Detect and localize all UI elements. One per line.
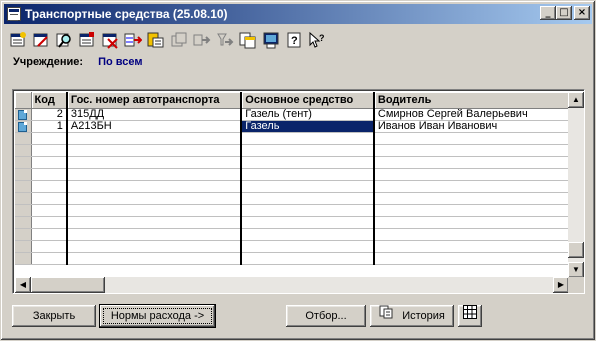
- empty-row: [15, 228, 569, 241]
- cell-driver[interactable]: Смирнов Сергей Валерьевич: [373, 108, 569, 121]
- context-help-icon[interactable]: ?: [308, 31, 326, 49]
- svg-text:?: ?: [319, 33, 325, 43]
- row-indicator-header: [15, 92, 32, 109]
- help-icon[interactable]: ?: [285, 31, 303, 49]
- table-grid-icon: [463, 305, 477, 327]
- filter-button[interactable]: Отбор...: [286, 305, 366, 327]
- row-indicator[interactable]: [15, 120, 32, 133]
- edit-record-icon[interactable]: [32, 31, 50, 49]
- empty-row: [15, 144, 569, 157]
- close-button-label: Закрыть: [32, 310, 76, 322]
- close-button[interactable]: Закрыть: [12, 305, 96, 327]
- scroll-right-button[interactable]: ▶: [553, 277, 569, 293]
- empty-row: [15, 132, 569, 145]
- toolbar: ? ?: [9, 30, 331, 50]
- empty-row: [15, 252, 569, 265]
- empty-row: [15, 156, 569, 169]
- copy-icon[interactable]: [239, 31, 257, 49]
- close-window-button[interactable]: ×: [574, 6, 590, 20]
- column-header-asset[interactable]: Основное средство: [241, 92, 375, 109]
- delete-record-icon[interactable]: [101, 31, 119, 49]
- empty-row: [15, 240, 569, 253]
- institution-value[interactable]: По всем: [98, 56, 142, 68]
- institution-label: Учреждение:: [13, 56, 84, 68]
- history-icon: [379, 305, 393, 327]
- record-icon: [18, 109, 28, 119]
- empty-row: [15, 192, 569, 205]
- vehicles-table: Код Гос. номер автотранспорта Основное с…: [15, 92, 569, 265]
- row-indicator[interactable]: [15, 108, 32, 121]
- cell-driver[interactable]: Иванов Иван Иванович: [373, 120, 569, 133]
- horizontal-scroll-thumb[interactable]: [31, 277, 105, 293]
- export-icon[interactable]: [193, 31, 211, 49]
- vertical-scroll-thumb[interactable]: [568, 242, 584, 258]
- institution-row: Учреждение: По всем: [13, 56, 142, 68]
- filter-button-label: Отбор...: [305, 310, 347, 322]
- minimize-button[interactable]: _: [540, 6, 556, 20]
- window-app-icon[interactable]: [7, 7, 21, 21]
- cell-code[interactable]: 2: [31, 108, 68, 121]
- empty-row: [15, 168, 569, 181]
- window-title: Транспортные средства (25.08.10): [25, 7, 228, 21]
- maximize-button[interactable]: □: [556, 6, 572, 20]
- vertical-scrollbar[interactable]: ▲ ▼: [568, 92, 584, 278]
- empty-row: [15, 180, 569, 193]
- find-icon[interactable]: [55, 31, 73, 49]
- norms-button[interactable]: Нормы расхода ->: [100, 305, 215, 327]
- cell-plate[interactable]: 315ДД: [66, 108, 243, 121]
- insert-row-icon[interactable]: [124, 31, 142, 49]
- focus-rectangle: [103, 308, 212, 324]
- title-bar[interactable]: Транспортные средства (25.08.10) _ □ ×: [4, 4, 592, 24]
- cell-plate[interactable]: А213БН: [66, 120, 243, 133]
- vehicles-grid: Код Гос. номер автотранспорта Основное с…: [12, 89, 585, 294]
- empty-row: [15, 216, 569, 229]
- column-header-driver[interactable]: Водитель: [373, 92, 569, 109]
- horizontal-scrollbar[interactable]: ◀ ▶: [15, 277, 569, 293]
- refresh-icon[interactable]: [170, 31, 188, 49]
- record-icon: [18, 121, 28, 131]
- filter-icon[interactable]: [216, 31, 234, 49]
- cell-code[interactable]: 1: [31, 120, 68, 133]
- svg-text:?: ?: [291, 35, 298, 47]
- table-row[interactable]: 1 А213БН Газель Иванов Иван Иванович: [15, 120, 569, 133]
- column-header-plate[interactable]: Гос. номер автотранспорта: [66, 92, 243, 109]
- scrollbar-corner: [568, 277, 584, 293]
- scroll-left-button[interactable]: ◀: [15, 277, 31, 293]
- cell-asset-selected[interactable]: Газель: [241, 120, 375, 133]
- history-button-label: История: [402, 310, 445, 322]
- column-header-code[interactable]: Код: [31, 92, 68, 109]
- cell-asset[interactable]: Газель (тент): [241, 108, 375, 121]
- table-view-button[interactable]: [458, 305, 482, 327]
- scroll-down-button[interactable]: ▼: [568, 262, 584, 278]
- scroll-up-button[interactable]: ▲: [568, 92, 584, 108]
- history-button[interactable]: История: [370, 305, 454, 327]
- empty-row: [15, 204, 569, 217]
- add-record-icon[interactable]: [9, 31, 27, 49]
- main-window: Транспортные средства (25.08.10) _ □ × ?…: [0, 0, 596, 341]
- print-icon[interactable]: [262, 31, 280, 49]
- move-record-icon[interactable]: [147, 31, 165, 49]
- table-row[interactable]: 2 315ДД Газель (тент) Смирнов Сергей Вал…: [15, 108, 569, 121]
- copy-record-icon[interactable]: [78, 31, 96, 49]
